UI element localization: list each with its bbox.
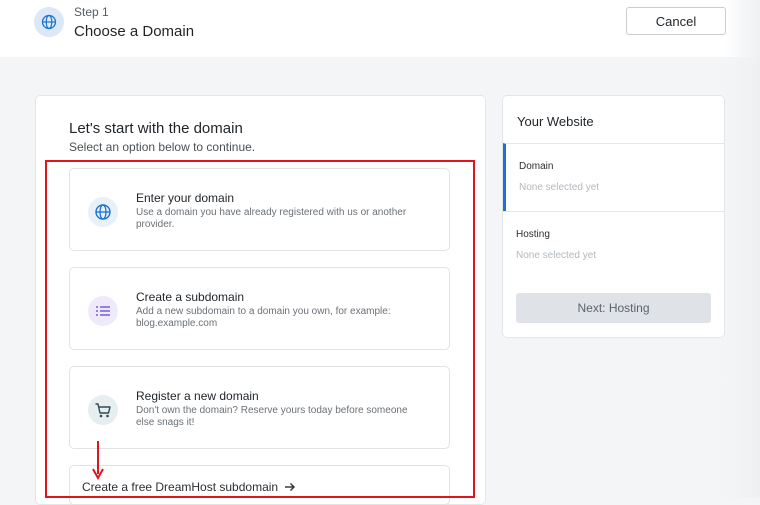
- summary-title: Your Website: [517, 114, 594, 129]
- section-title: Let's start with the domain: [69, 120, 243, 137]
- globe-icon: [34, 7, 64, 37]
- step-label: Step 1: [74, 5, 109, 19]
- summary-row-label: Domain: [519, 161, 554, 172]
- summary-row-value: None selected yet: [516, 250, 597, 261]
- next-hosting-button[interactable]: Next: Hosting: [516, 293, 711, 323]
- summary-row-value: None selected yet: [519, 182, 600, 193]
- page-title: Choose a Domain: [74, 23, 195, 40]
- header-bar: Step 1 Choose a Domain Cancel: [0, 0, 760, 57]
- cancel-button[interactable]: Cancel: [626, 7, 726, 35]
- website-summary-card: Your Website Domain None selected yet Ho…: [502, 95, 725, 338]
- summary-row-domain: Domain None selected yet: [503, 143, 724, 211]
- summary-row-label: Hosting: [516, 229, 550, 240]
- summary-row-hosting: Hosting None selected yet: [503, 211, 724, 280]
- edge-fade: [724, 0, 760, 498]
- annotation-arrow-icon: [90, 440, 106, 485]
- highlight-box: [45, 160, 475, 498]
- section-subtitle: Select an option below to continue.: [69, 140, 256, 154]
